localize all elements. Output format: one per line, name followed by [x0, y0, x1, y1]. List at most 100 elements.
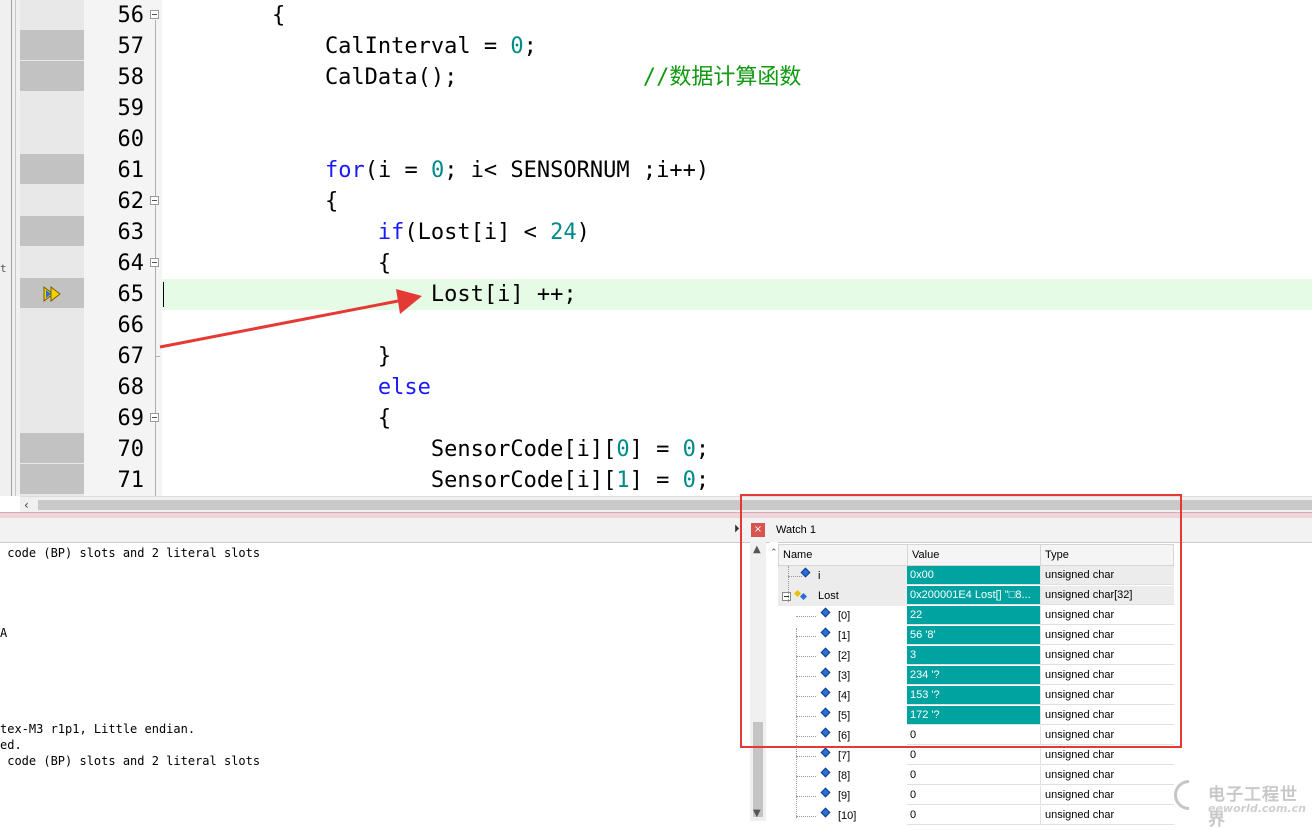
- line-number: 57: [117, 34, 145, 59]
- code-line[interactable]: 69 {: [0, 403, 1312, 434]
- watch-value-cell[interactable]: 0: [907, 806, 1040, 825]
- code-line[interactable]: 60: [0, 124, 1312, 155]
- code-line[interactable]: 70 SensorCode[i][0] = 0;: [0, 434, 1312, 465]
- line-number: 67: [117, 344, 145, 369]
- code-text[interactable]: CalInterval = 0;: [166, 31, 537, 62]
- line-number: 61: [117, 158, 145, 183]
- code-token: ;: [695, 437, 710, 462]
- code-line[interactable]: 59: [0, 93, 1312, 124]
- code-text[interactable]: {: [166, 0, 285, 31]
- line-number: 66: [117, 313, 145, 338]
- output-line: A: [0, 626, 8, 640]
- watch-row[interactable]: [9] 0 unsigned char: [778, 786, 1174, 806]
- code-line[interactable]: 61 for(i = 0; i< SENSORNUM ;i++): [0, 155, 1312, 186]
- number-token: 1: [616, 468, 630, 493]
- code-text[interactable]: if(Lost[i] < 24): [166, 217, 590, 248]
- code-token: (Lost[i] <: [404, 220, 551, 245]
- code-token: {: [166, 251, 392, 276]
- code-token: SensorCode[i][: [166, 437, 617, 462]
- number-token: 0: [682, 468, 696, 493]
- code-text[interactable]: CalData(); //数据计算函数: [166, 62, 801, 93]
- code-token: Lost[i] ++;: [166, 282, 577, 307]
- code-text[interactable]: else: [166, 372, 431, 403]
- code-token: {: [166, 406, 392, 431]
- line-number: 63: [117, 220, 145, 245]
- code-token: CalInterval =: [166, 34, 511, 59]
- code-token: ; i< SENSORNUM ;i++): [444, 158, 710, 183]
- code-line[interactable]: 68 else: [0, 372, 1312, 403]
- pin-icon[interactable]: ⏵: [734, 522, 740, 536]
- code-line[interactable]: 56 {: [0, 0, 1312, 31]
- number-token: 0: [682, 437, 696, 462]
- watch-value-cell[interactable]: 0: [907, 746, 1040, 765]
- line-number: 65: [117, 282, 145, 307]
- number-token: 0: [616, 437, 630, 462]
- number-token: 24: [550, 220, 577, 245]
- output-line: ed.: [0, 738, 22, 752]
- line-number: 69: [117, 406, 145, 431]
- code-text[interactable]: SensorCode[i][1] = 0;: [166, 465, 709, 496]
- watch-value-cell[interactable]: 0: [907, 766, 1040, 785]
- code-text[interactable]: Lost[i] ++;: [166, 279, 577, 310]
- number-token: 0: [430, 158, 445, 183]
- variable-icon: [820, 807, 831, 818]
- code-line[interactable]: 62 {: [0, 186, 1312, 217]
- code-line[interactable]: 71 SensorCode[i][1] = 0;: [0, 465, 1312, 496]
- watch-row[interactable]: [8] 0 unsigned char: [778, 766, 1174, 786]
- variable-icon: [820, 787, 831, 798]
- code-text[interactable]: {: [166, 403, 391, 434]
- watch-name-cell[interactable]: [10]: [778, 806, 907, 826]
- code-token: (i =: [364, 158, 431, 183]
- watch-type-cell: unsigned char: [1040, 786, 1174, 805]
- output-line: tex-M3 r1p1, Little endian.: [0, 722, 196, 736]
- watch-value-cell[interactable]: 0: [907, 786, 1040, 805]
- tree-connector: [796, 796, 816, 797]
- code-line[interactable]: 67 }: [0, 341, 1312, 372]
- watch-name-label: [10]: [838, 810, 857, 822]
- scroll-left-icon[interactable]: ‹: [24, 498, 29, 512]
- output-line: code (BP) slots and 2 literal slots: [0, 546, 261, 560]
- watermark-subtext: eeworld.com.cn: [1208, 802, 1306, 815]
- watch-name-label: [8]: [838, 770, 851, 782]
- keyword-token: else: [377, 375, 431, 400]
- comment-token: //数据计算函数: [642, 65, 802, 90]
- variable-icon: [820, 767, 831, 778]
- code-token: }: [166, 344, 392, 369]
- code-text[interactable]: {: [166, 186, 338, 217]
- tree-connector: [796, 756, 816, 757]
- code-line[interactable]: 57 CalInterval = 0;: [0, 31, 1312, 62]
- code-token: ;: [695, 468, 710, 493]
- code-token: {: [166, 3, 286, 28]
- code-text[interactable]: }: [166, 341, 391, 372]
- watch-row[interactable]: [10] 0 unsigned char: [778, 806, 1174, 826]
- code-text[interactable]: SensorCode[i][0] = 0;: [166, 434, 709, 465]
- watch-name-cell[interactable]: [7]: [778, 746, 907, 766]
- line-number: 58: [117, 65, 145, 90]
- code-line[interactable]: 66: [0, 310, 1312, 341]
- line-number: 60: [117, 127, 145, 152]
- line-number: 68: [117, 375, 145, 400]
- code-editor[interactable]: t 56 {57 CalInterval = 0; 58 CalData(); /…: [0, 0, 1312, 496]
- watch-name-cell[interactable]: [8]: [778, 766, 907, 786]
- code-line[interactable]: 63 if(Lost[i] < 24): [0, 217, 1312, 248]
- watch-name-label: [7]: [838, 750, 851, 762]
- code-text[interactable]: {: [166, 248, 391, 279]
- code-token: {: [166, 189, 339, 214]
- watch-name-cell[interactable]: [9]: [778, 786, 907, 806]
- code-line[interactable]: 65 Lost[i] ++;: [0, 279, 1312, 310]
- code-token: CalData();: [166, 65, 643, 90]
- code-token: ] =: [629, 437, 683, 462]
- code-text[interactable]: for(i = 0; i< SENSORNUM ;i++): [166, 155, 709, 186]
- keyword-token: for: [324, 158, 365, 183]
- code-token: ): [576, 220, 590, 245]
- watch-name-label: [9]: [838, 790, 851, 802]
- output-line: code (BP) slots and 2 literal slots: [0, 754, 261, 768]
- line-number: 70: [117, 437, 145, 462]
- scroll-down-icon[interactable]: ▼: [753, 808, 761, 819]
- eeworld-logo-icon: [1174, 780, 1204, 810]
- code-line[interactable]: 64 {: [0, 248, 1312, 279]
- watch-row[interactable]: [7] 0 unsigned char: [778, 746, 1174, 766]
- code-line[interactable]: 58 CalData(); //数据计算函数: [0, 62, 1312, 93]
